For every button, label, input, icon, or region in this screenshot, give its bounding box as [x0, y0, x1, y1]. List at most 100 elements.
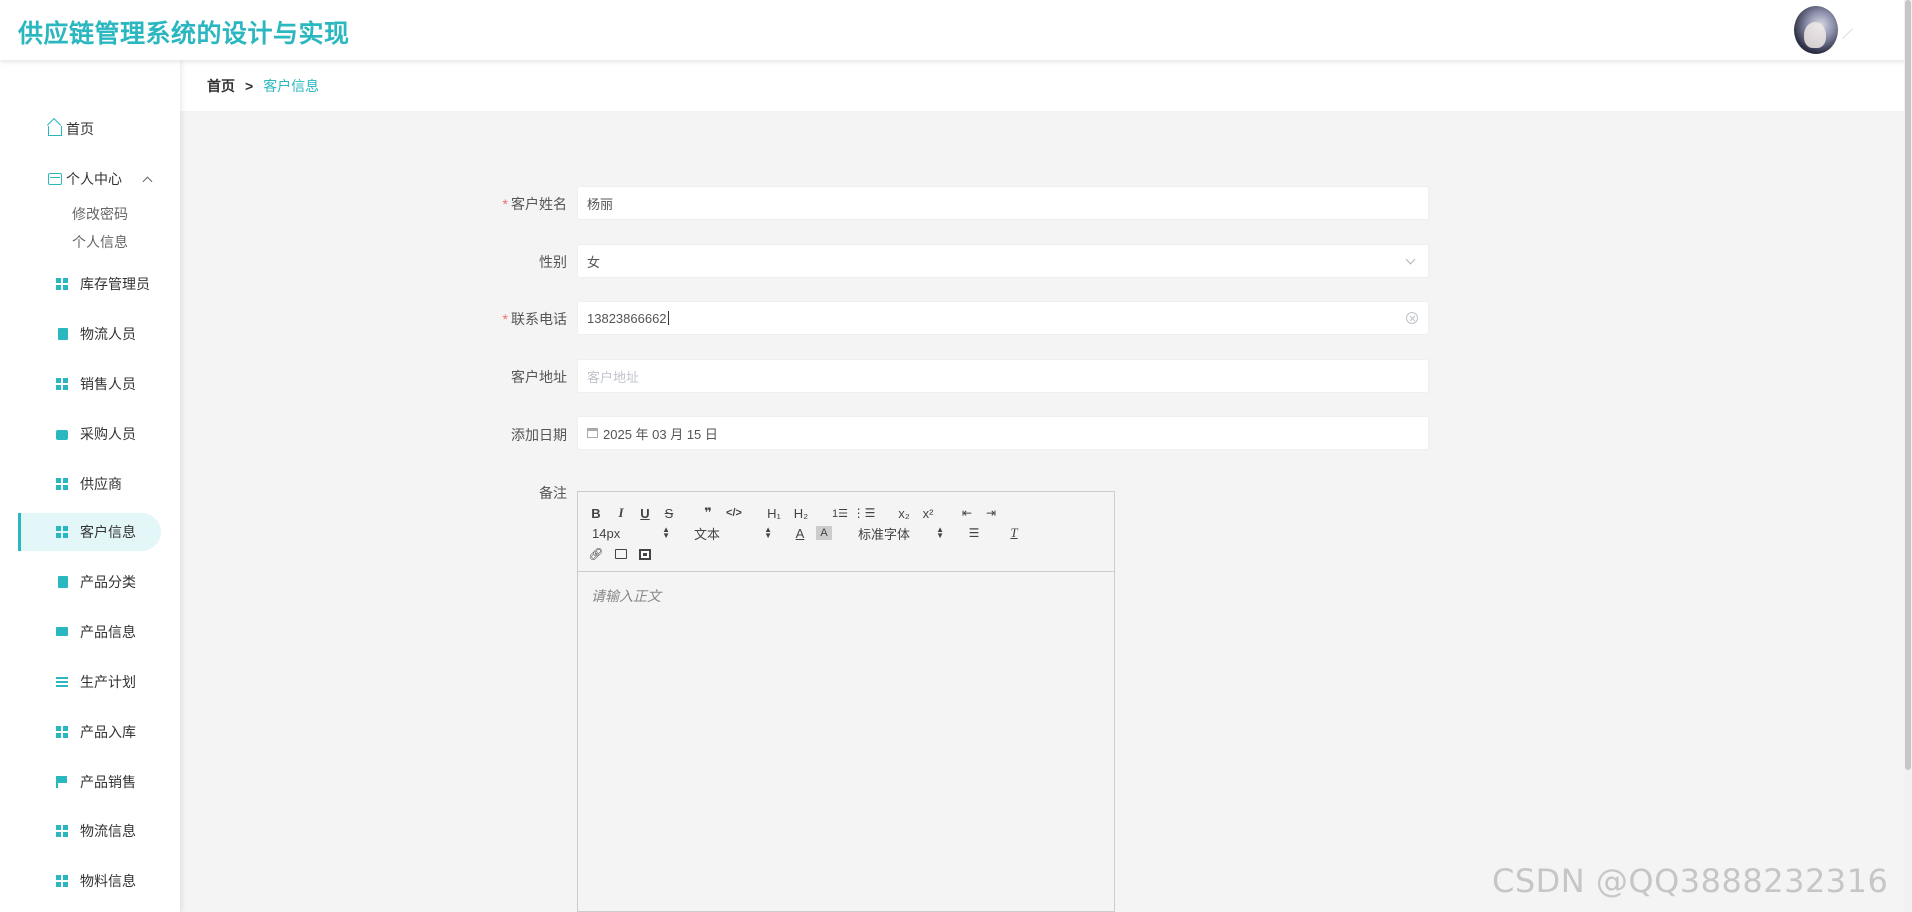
sidebar-item-production-plan[interactable]: 生产计划	[18, 663, 161, 701]
sidebar-item-supplier[interactable]: 供应商	[18, 465, 161, 503]
sidebar-item-logistics-staff[interactable]: 物流人员	[18, 315, 161, 353]
breadcrumb: 首页 > 客户信息	[180, 60, 1912, 111]
strike-button[interactable]: S	[661, 504, 677, 522]
rich-text-editor: B I U S ❞ </> H₁ H₂ 1☰ ⋮☰ x₂ x² ⇤ ⇥ 14px…	[577, 491, 1115, 912]
clipboard-icon	[58, 328, 68, 340]
sidebar-item-product-sales[interactable]: 产品销售	[18, 763, 161, 801]
clear-format-icon[interactable]: T	[1006, 524, 1022, 542]
clear-icon[interactable]	[1406, 312, 1418, 324]
phone-label: * 联系电话	[502, 311, 567, 327]
sidebar-item-product-category[interactable]: 产品分类	[18, 563, 161, 601]
customer-name-value: 杨丽	[587, 196, 614, 212]
gender-select[interactable]: 女	[577, 244, 1429, 278]
sidebar-item-product-stock-in[interactable]: 产品入库	[18, 713, 161, 751]
sidebar-item-label: 个人中心	[66, 171, 122, 187]
sidebar-item-label: 首页	[66, 121, 94, 137]
sidebar-item-label: 产品入库	[80, 724, 136, 740]
breadcrumb-separator: >	[245, 77, 254, 94]
avatar[interactable]	[1794, 6, 1838, 54]
select-arrows-icon: ▲ ▼	[936, 525, 944, 540]
address-placeholder: 客户地址	[587, 369, 640, 385]
app-title: 供应链管理系统的设计与实现	[18, 20, 350, 48]
calendar-icon	[587, 428, 598, 438]
phone-input[interactable]: 13823866662	[577, 301, 1429, 335]
editor-placeholder[interactable]: 请输入正文	[591, 586, 661, 606]
sidebar-item-label: 销售人员	[80, 376, 136, 392]
font-family-select[interactable]: 标准字体 ▲ ▼	[858, 524, 944, 542]
scrollbar-thumb[interactable]	[1905, 0, 1911, 770]
sidebar-item-logistics-info[interactable]: 物流信息	[18, 812, 161, 850]
image-icon[interactable]	[613, 545, 629, 563]
chevron-down-icon	[1405, 254, 1416, 265]
sidebar-item-material-info[interactable]: 物料信息	[18, 862, 161, 900]
align-icon[interactable]: ☰	[966, 524, 982, 542]
monitor-icon	[56, 627, 68, 636]
scrollbar[interactable]	[1904, 0, 1912, 912]
video-icon[interactable]	[637, 545, 653, 563]
flag-icon	[56, 776, 68, 788]
sidebar-subitem-change-password[interactable]: 修改密码	[72, 204, 128, 224]
sidebar-subitem-personal-info[interactable]: 个人信息	[72, 232, 128, 252]
gender-value: 女	[587, 254, 601, 270]
sidebar-item-sales-staff[interactable]: 销售人员	[18, 365, 161, 403]
customer-name-label: * 客户姓名	[502, 196, 567, 212]
link-icon[interactable]: 🔗︎	[588, 545, 604, 563]
font-color-icon[interactable]: A	[792, 524, 808, 542]
sidebar-item-personal-center[interactable]: 个人中心	[48, 169, 153, 189]
background-color-icon[interactable]: A	[816, 526, 832, 540]
home-icon	[48, 126, 62, 136]
list-icon	[56, 676, 68, 688]
heading2-button[interactable]: H₂	[791, 504, 811, 522]
gender-label: 性别	[539, 254, 567, 270]
superscript-button[interactable]: x²	[920, 504, 936, 522]
sidebar-item-customer-info[interactable]: 客户信息	[18, 513, 161, 551]
subscript-button[interactable]: x₂	[896, 504, 912, 522]
sidebar-item-label: 产品信息	[80, 624, 136, 640]
code-block-button[interactable]: </>	[724, 504, 744, 522]
header-select[interactable]: 文本 ▲ ▼	[694, 524, 772, 542]
breadcrumb-home[interactable]: 首页	[207, 76, 235, 96]
grid-icon	[56, 875, 68, 887]
date-picker[interactable]: 2025 年 03 月 15 日	[577, 416, 1429, 450]
italic-button[interactable]: I	[613, 504, 629, 522]
remark-label: 备注	[539, 485, 567, 501]
grid-icon	[56, 825, 68, 837]
sidebar-item-label: 物流信息	[80, 823, 136, 839]
sidebar-item-purchasing-staff[interactable]: 采购人员	[18, 415, 161, 453]
bold-button[interactable]: B	[588, 504, 604, 522]
heading1-button[interactable]: H₁	[764, 504, 784, 522]
watermark: CSDN @QQ3888232316	[1492, 862, 1889, 900]
customer-name-input[interactable]: 杨丽	[577, 186, 1429, 220]
grid-icon	[56, 526, 68, 538]
text-caret	[667, 311, 669, 325]
sidebar-item-label: 采购人员	[80, 426, 136, 442]
grid-icon	[56, 726, 68, 738]
sidebar-item-home[interactable]: 首页	[48, 119, 94, 139]
blockquote-button[interactable]: ❞	[699, 504, 717, 522]
date-value: 2025 年 03 月 15 日	[603, 426, 718, 442]
sidebar-item-label: 客户信息	[80, 524, 136, 540]
grid-icon	[56, 278, 68, 290]
id-card-icon	[48, 173, 62, 185]
outdent-icon[interactable]: ⇤	[959, 504, 975, 522]
breadcrumb-current: 客户信息	[263, 77, 320, 94]
date-label: 添加日期	[511, 427, 567, 443]
sidebar-item-label: 物料信息	[80, 873, 136, 889]
select-arrows-icon: ▲ ▼	[764, 525, 772, 540]
bullet-list-icon[interactable]: ⋮☰	[853, 504, 876, 522]
sidebar-item-inventory-manager[interactable]: 库存管理员	[18, 265, 161, 303]
sidebar-item-label: 供应商	[80, 476, 122, 492]
briefcase-icon	[56, 430, 68, 440]
font-size-select[interactable]: 14px ▲ ▼	[592, 524, 670, 542]
select-arrows-icon: ▲ ▼	[662, 525, 670, 540]
ordered-list-icon[interactable]: 1☰	[832, 504, 848, 522]
sidebar-item-label: 产品分类	[80, 574, 136, 590]
grid-icon	[56, 378, 68, 390]
required-mark: *	[502, 196, 508, 212]
grid-icon	[56, 478, 68, 490]
address-input[interactable]: 客户地址	[577, 359, 1429, 393]
sidebar-item-product-info[interactable]: 产品信息	[18, 613, 161, 651]
underline-button[interactable]: U	[637, 504, 653, 522]
indent-icon[interactable]: ⇥	[983, 504, 999, 522]
editor-toolbar: B I U S ❞ </> H₁ H₂ 1☰ ⋮☰ x₂ x² ⇤ ⇥ 14px…	[578, 492, 1114, 572]
